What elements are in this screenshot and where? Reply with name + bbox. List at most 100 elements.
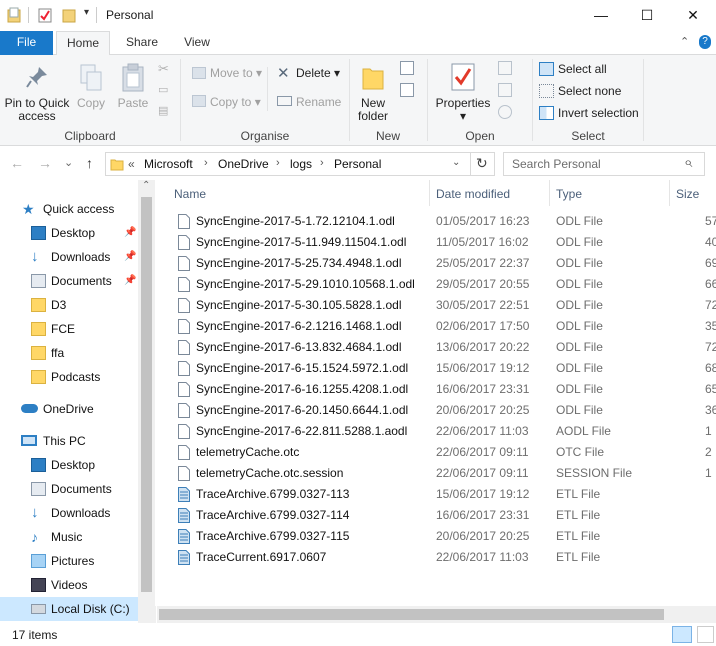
breadcrumb-logs[interactable]: logs	[290, 157, 312, 171]
column-header-date[interactable]: Date modified	[436, 187, 510, 201]
delete-button[interactable]: Delete ▾	[296, 63, 340, 83]
pin-icon[interactable]: 📌	[124, 221, 136, 245]
search-box[interactable]: Search Personal ⌕	[503, 152, 705, 176]
file-name[interactable]: TraceArchive.6799.0327-113	[196, 484, 349, 505]
file-name[interactable]: TraceArchive.6799.0327-114	[196, 505, 349, 526]
file-row[interactable]: SyncEngine-2017-5-30.105.5828.1.odl 30/05…	[157, 295, 716, 316]
file-name[interactable]: SyncEngine-2017-6-2.1216.1468.1.odl	[196, 316, 402, 337]
nav-onedrive[interactable]: OneDrive	[0, 397, 138, 421]
file-name[interactable]: telemetryCache.otc	[196, 442, 299, 463]
maximize-button[interactable]: ☐	[624, 0, 670, 30]
column-separator[interactable]	[429, 180, 430, 206]
nav-item[interactable]: Pictures	[0, 549, 138, 573]
back-icon[interactable]: ←	[10, 155, 24, 171]
copy-button[interactable]: Copy	[72, 97, 110, 110]
breadcrumb-separator[interactable]: ›	[320, 157, 324, 169]
nav-item[interactable]: ↓ Downloads 📌	[0, 245, 138, 269]
file-row[interactable]: SyncEngine-2017-6-16.1255.4208.1.odl 16/0…	[157, 379, 716, 400]
address-dropdown-icon[interactable]: ⌄	[452, 157, 460, 168]
breadcrumb-onedrive[interactable]: OneDrive	[218, 157, 269, 171]
open-icon[interactable]	[498, 61, 512, 75]
select-none-button[interactable]: Select none	[558, 81, 621, 101]
file-row[interactable]: TraceArchive.6799.0327-114 16/06/2017 23:…	[157, 505, 716, 526]
nav-scrollbar[interactable]: ⌃ ⌄	[138, 180, 155, 623]
search-input[interactable]: Search Personal	[512, 157, 601, 171]
minimize-button[interactable]: —	[578, 0, 624, 30]
nav-item[interactable]: Podcasts	[0, 365, 138, 389]
nav-this-pc[interactable]: This PC	[0, 429, 138, 453]
file-name[interactable]: SyncEngine-2017-6-13.832.4684.1.odl	[196, 337, 402, 358]
scroll-up-icon[interactable]: ⌃	[142, 180, 150, 191]
paste-shortcut-icon[interactable]: ▤	[158, 104, 168, 117]
file-row[interactable]: TraceArchive.6799.0327-115 20/06/2017 20:…	[157, 526, 716, 547]
nav-scroll-thumb[interactable]	[141, 197, 152, 592]
file-row[interactable]: TraceCurrent.6917.0607 22/06/2017 11:03 ET…	[157, 547, 716, 568]
nav-item[interactable]: ffa	[0, 341, 138, 365]
column-header-type[interactable]: Type	[556, 187, 582, 201]
file-row[interactable]: SyncEngine-2017-6-2.1216.1468.1.odl 02/06…	[157, 316, 716, 337]
new-item-icon[interactable]	[400, 61, 414, 75]
search-icon[interactable]: ⌕	[684, 154, 692, 171]
file-name[interactable]: TraceArchive.6799.0327-115	[196, 526, 349, 547]
nav-item[interactable]: D3	[0, 293, 138, 317]
breadcrumb-overflow[interactable]: «	[128, 157, 135, 171]
nav-item[interactable]: Desktop 📌	[0, 221, 138, 245]
properties-check-icon[interactable]	[38, 7, 52, 23]
tab-home[interactable]: Home	[56, 31, 110, 56]
column-separator[interactable]	[549, 180, 550, 206]
breadcrumb-personal[interactable]: Personal	[334, 157, 381, 171]
file-name[interactable]: SyncEngine-2017-5-11.949.11504.1.odl	[196, 232, 406, 253]
file-name[interactable]: telemetryCache.otc.session	[196, 463, 343, 484]
file-name[interactable]: SyncEngine-2017-5-30.105.5828.1.odl	[196, 295, 402, 316]
file-name[interactable]: SyncEngine-2017-6-16.1255.4208.1.odl	[196, 379, 408, 400]
help-icon[interactable]: ?	[699, 35, 711, 49]
close-button[interactable]: ✕	[670, 0, 716, 30]
refresh-icon[interactable]: ↻	[476, 155, 488, 172]
tab-view[interactable]: View	[172, 31, 222, 55]
column-header-size[interactable]: Size	[676, 187, 699, 201]
nav-item[interactable]: Local Disk (C:)	[0, 597, 138, 621]
history-icon[interactable]	[498, 105, 512, 119]
nav-item[interactable]: ♪ Music	[0, 525, 138, 549]
file-row[interactable]: SyncEngine-2017-5-29.1010.10568.1.odl 29/…	[157, 274, 716, 295]
collapse-ribbon-icon[interactable]: ⌃	[680, 35, 689, 48]
tab-file[interactable]: File	[0, 31, 53, 55]
file-row[interactable]: telemetryCache.otc.session 22/06/2017 09:…	[157, 463, 716, 484]
recent-locations-icon[interactable]: ⌄	[64, 156, 73, 169]
file-row[interactable]: TraceArchive.6799.0327-113 15/06/2017 19:…	[157, 484, 716, 505]
move-to-button[interactable]: Move to ▾	[210, 63, 262, 83]
address-bar[interactable]: « Microsoft › OneDrive › logs › Personal…	[105, 152, 495, 176]
properties-button[interactable]: Properties ▾	[434, 97, 492, 123]
file-name[interactable]: SyncEngine-2017-5-29.1010.10568.1.odl	[196, 274, 415, 295]
column-header-name[interactable]: Name	[174, 187, 206, 201]
large-icons-view-icon[interactable]	[697, 626, 714, 643]
pin-icon[interactable]: 📌	[124, 269, 136, 293]
invert-selection-button[interactable]: Invert selection	[558, 103, 639, 123]
cut-icon[interactable]: ✂	[158, 61, 169, 77]
select-all-button[interactable]: Select all	[558, 59, 607, 79]
new-folder-icon[interactable]	[62, 7, 76, 23]
column-separator[interactable]	[669, 180, 670, 206]
file-name[interactable]: SyncEngine-2017-5-25.734.4948.1.odl	[196, 253, 402, 274]
breadcrumb-separator[interactable]: ›	[276, 157, 280, 169]
tab-share[interactable]: Share	[116, 31, 168, 55]
breadcrumb-microsoft[interactable]: Microsoft	[144, 157, 193, 171]
file-name[interactable]: TraceCurrent.6917.0607	[196, 547, 326, 568]
nav-item[interactable]: FCE	[0, 317, 138, 341]
file-row[interactable]: SyncEngine-2017-6-20.1450.6644.1.odl 20/0…	[157, 400, 716, 421]
horizontal-scrollbar[interactable]	[157, 606, 716, 623]
file-row[interactable]: SyncEngine-2017-6-13.832.4684.1.odl 13/06…	[157, 337, 716, 358]
details-view-icon[interactable]	[672, 626, 692, 643]
edit-icon[interactable]	[498, 83, 512, 97]
file-row[interactable]: SyncEngine-2017-6-15.1524.5972.1.odl 15/0…	[157, 358, 716, 379]
copy-path-icon[interactable]: ▭	[158, 83, 168, 96]
breadcrumb-separator[interactable]: ›	[204, 157, 208, 169]
forward-icon[interactable]: →	[38, 155, 52, 171]
easy-access-icon[interactable]	[400, 83, 414, 97]
pin-icon[interactable]: 📌	[124, 245, 136, 269]
nav-item[interactable]: Videos	[0, 573, 138, 597]
nav-item[interactable]: Documents 📌	[0, 269, 138, 293]
nav-quick-access[interactable]: ★ Quick access	[0, 197, 138, 221]
nav-item[interactable]: ↓ Downloads	[0, 501, 138, 525]
up-icon[interactable]: ↑	[86, 155, 93, 171]
